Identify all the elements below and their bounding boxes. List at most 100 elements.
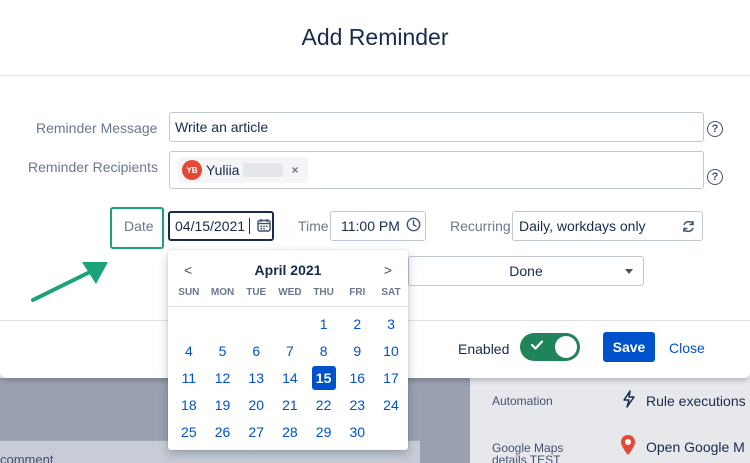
calendar-empty-cell [273,312,307,339]
recurring-label: Recurring [450,218,511,234]
help-icon[interactable]: ? [707,121,723,137]
calendar-day-cell: 22 [307,393,341,420]
annotation-arrow [28,258,112,311]
reminder-recipients-label: Reminder Recipients [28,159,158,175]
calendar-day[interactable]: 19 [211,393,235,417]
calendar-day[interactable]: 18 [177,393,201,417]
calendar-empty-cell [172,312,206,339]
chevron-down-icon [625,269,633,274]
enabled-label: Enabled [458,341,510,357]
weekday-label: TUE [246,287,267,298]
help-icon[interactable]: ? [707,169,723,185]
calendar-day[interactable]: 6 [244,339,268,363]
date-input[interactable]: 04/15/2021 [168,211,274,241]
open-maps-label: Open Google M [646,438,745,455]
background-open-maps[interactable]: Open Google M [620,434,745,459]
calendar-month-title: April 2021 [254,262,322,278]
toggle-knob [555,336,577,358]
calendar-day-cell: 23 [340,393,374,420]
date-label: Date [124,218,154,234]
calendar-day-cell: 21 [273,393,307,420]
calendar-day[interactable]: 8 [312,339,336,363]
enabled-toggle[interactable] [520,333,580,361]
reminder-message-value: Write an article [175,119,269,135]
date-value: 04/15/2021 [175,218,246,234]
recipient-name-redacted [243,163,284,177]
calendar-day-cell: 2 [340,312,374,339]
calendar-divider [168,306,408,307]
calendar-day[interactable]: 11 [177,366,201,390]
calendar-day-cell: 7 [273,339,307,366]
calendar-day[interactable]: 26 [211,420,235,444]
calendar-day[interactable]: 2 [345,312,369,336]
dialog-title: Add Reminder [301,24,449,50]
calendar-day[interactable]: 12 [211,366,235,390]
calendar-day[interactable]: 22 [312,393,336,417]
reminder-message-input[interactable]: Write an article [169,112,704,142]
calendar-day[interactable]: 21 [278,393,302,417]
calendar-day[interactable]: 7 [278,339,302,363]
calendar-day[interactable]: 16 [345,366,369,390]
calendar-day-cell: 11 [172,366,206,393]
reminder-message-label: Reminder Message [36,120,158,136]
background-rule-executions[interactable]: Rule executions [622,390,746,411]
calendar-weekday-row: SUN MON TUE WED THU FRI SAT [172,287,408,298]
calendar-day[interactable]: 5 [211,339,235,363]
clock-icon[interactable] [406,217,421,235]
check-icon [530,338,544,355]
calendar-day-cell: 26 [206,420,240,447]
calendar-day[interactable]: 20 [244,393,268,417]
calendar-header: < April 2021 > [168,260,408,280]
calendar-day[interactable]: 4 [177,339,201,363]
refresh-icon[interactable] [681,219,696,237]
calendar-day[interactable]: 13 [244,366,268,390]
calendar-empty-cell [206,312,240,339]
calendar-day[interactable]: 17 [379,366,403,390]
calendar-day[interactable]: 9 [345,339,369,363]
background-comment-text: comment [0,452,54,463]
map-pin-icon [620,434,636,459]
calendar-day-cell: 15 [307,366,341,393]
status-select[interactable]: Done [408,256,644,286]
calendar-day-cell: 4 [172,339,206,366]
date-picker-popup: < April 2021 > SUN MON TUE WED THU FRI SAT 123… [168,250,408,450]
close-button[interactable]: Close [669,340,705,356]
previous-month-button[interactable]: < [184,262,192,278]
calendar-day-cell: 12 [206,366,240,393]
recurring-input[interactable]: Daily, workdays only [512,211,703,241]
calendar-day[interactable]: 1 [312,312,336,336]
background-maps-label: Google Maps details TEST [492,441,564,463]
calendar-day[interactable]: 10 [379,339,403,363]
recipient-name: Yuliia [206,162,240,178]
recurring-value: Daily, workdays only [519,218,646,234]
background-automation-label: Automation [492,394,553,408]
calendar-day[interactable]: 14 [278,366,302,390]
calendar-day[interactable]: 24 [379,393,403,417]
calendar-icon[interactable] [257,218,271,235]
calendar-day[interactable]: 28 [278,420,302,444]
close-icon[interactable]: × [291,163,298,177]
time-input[interactable]: 11:00 PM [330,211,426,241]
calendar-day-cell: 16 [340,366,374,393]
calendar-day[interactable]: 23 [345,393,369,417]
calendar-day[interactable]: 25 [177,420,201,444]
weekday-label: SUN [178,287,200,298]
next-month-button[interactable]: > [384,262,392,278]
lightning-icon [622,390,636,411]
calendar-day-cell: 27 [239,420,273,447]
calendar-day[interactable]: 29 [312,420,336,444]
weekday-label: WED [278,287,302,298]
status-select-value: Done [509,263,543,279]
calendar-day-cell: 5 [206,339,240,366]
calendar-day-cell: 24 [374,393,408,420]
save-button[interactable]: Save [603,332,655,362]
calendar-day[interactable]: 3 [379,312,403,336]
calendar-day-cell: 6 [239,339,273,366]
calendar-day[interactable]: 27 [244,420,268,444]
recipient-chip[interactable]: YB Yuliia × [178,157,308,183]
calendar-day-cell: 8 [307,339,341,366]
calendar-day-cell: 3 [374,312,408,339]
calendar-day[interactable]: 30 [345,420,369,444]
calendar-day-cell: 30 [340,420,374,447]
calendar-day-selected[interactable]: 15 [311,366,336,390]
